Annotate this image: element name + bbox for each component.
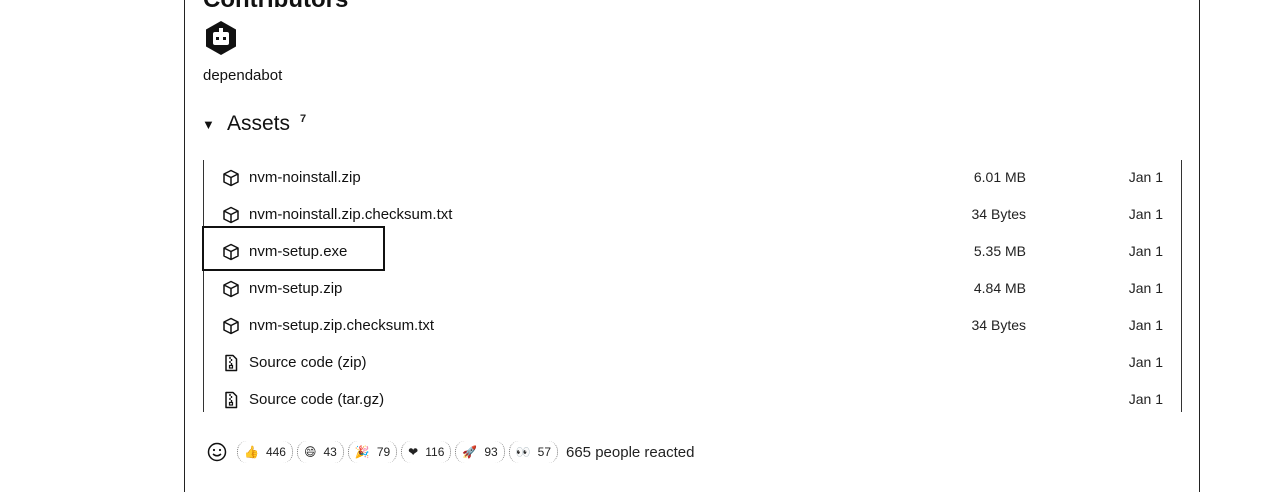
file-zip-icon (225, 354, 238, 372)
reaction-count: 57 (537, 445, 551, 459)
rocket-icon: 🚀 (462, 445, 478, 459)
asset-row[interactable]: nvm-noinstall.zip 6.01 MB Jan 1 (204, 160, 1183, 197)
hooray-icon: 🎉 (354, 445, 370, 459)
asset-row[interactable]: nvm-setup.zip 4.84 MB Jan 1 (204, 271, 1183, 308)
reaction-hooray[interactable]: 🎉 79 (347, 441, 398, 463)
reaction-count: 116 (425, 445, 445, 459)
assets-heading: Assets (227, 112, 291, 135)
reaction-heart[interactable]: ❤ 116 (401, 441, 452, 463)
reactions-bar: 👍 446 😄 43 🎉 79 ❤ 116 🚀 93 👀 57 665 peop… (207, 440, 694, 464)
assets-list: nvm-noinstall.zip 6.01 MB Jan 1 nvm-noin… (203, 160, 1182, 412)
contributors-heading: Contributors (203, 0, 348, 14)
assets-count-badge: 7 (300, 113, 307, 125)
asset-name[interactable]: Source code (zip) (249, 354, 367, 371)
asset-row[interactable]: nvm-setup.zip.checksum.txt 34 Bytes Jan … (204, 308, 1183, 345)
eyes-icon: 👀 (515, 445, 531, 459)
package-icon (223, 206, 239, 224)
reaction-count: 79 (376, 445, 391, 459)
asset-name[interactable]: nvm-setup.zip.checksum.txt (249, 317, 434, 334)
asset-date: Jan 1 (1128, 169, 1163, 185)
asset-name[interactable]: nvm-setup.zip (249, 280, 342, 297)
add-reaction-smiley-icon[interactable] (207, 442, 227, 462)
asset-size: 6.01 MB (973, 169, 1026, 185)
asset-date: Jan 1 (1128, 354, 1163, 370)
laugh-icon: 😄 (303, 445, 317, 459)
package-icon (223, 169, 239, 187)
asset-name[interactable]: Source code (tar.gz) (249, 391, 384, 408)
package-icon (223, 280, 239, 298)
asset-date: Jan 1 (1128, 280, 1163, 296)
asset-row[interactable]: nvm-setup.exe 5.35 MB Jan 1 (204, 234, 1183, 271)
package-icon (223, 243, 239, 261)
asset-size: 4.84 MB (973, 280, 1026, 296)
asset-date: Jan 1 (1128, 317, 1163, 333)
asset-size: 34 Bytes (971, 206, 1026, 222)
package-icon (223, 317, 239, 335)
asset-name[interactable]: nvm-noinstall.zip (249, 169, 361, 186)
asset-date: Jan 1 (1128, 391, 1163, 407)
asset-date: Jan 1 (1128, 206, 1163, 222)
reaction-eyes[interactable]: 👀 57 (508, 441, 558, 463)
heart-icon: ❤ (408, 445, 419, 459)
caret-down-icon: ▼ (202, 116, 215, 132)
reaction-count: 446 (265, 445, 286, 459)
asset-name[interactable]: nvm-noinstall.zip.checksum.txt (249, 206, 452, 223)
reaction-rocket[interactable]: 🚀 93 (455, 441, 505, 463)
dependabot-avatar[interactable] (203, 20, 239, 56)
reactions-summary: 665 people reacted (566, 443, 695, 461)
asset-size: 5.35 MB (973, 243, 1026, 259)
file-zip-icon (225, 391, 238, 409)
reaction-laugh[interactable]: 😄 43 (296, 441, 344, 463)
asset-name[interactable]: nvm-setup.exe (249, 243, 347, 260)
asset-row[interactable]: nvm-noinstall.zip.checksum.txt 34 Bytes … (204, 197, 1183, 234)
assets-toggle[interactable]: ▼ Assets 7 (202, 110, 306, 138)
reaction-thumbs-up[interactable]: 👍 446 (237, 441, 293, 463)
contributor-name[interactable]: dependabot (203, 67, 282, 84)
asset-row[interactable]: Source code (zip) Jan 1 (204, 345, 1183, 382)
reaction-count: 43 (323, 445, 337, 459)
asset-date: Jan 1 (1128, 243, 1163, 259)
asset-size: 34 Bytes (971, 317, 1026, 333)
asset-row[interactable]: Source code (tar.gz) Jan 1 (204, 382, 1183, 419)
thumbs-up-icon: 👍 (244, 445, 259, 459)
reaction-count: 93 (484, 445, 498, 459)
